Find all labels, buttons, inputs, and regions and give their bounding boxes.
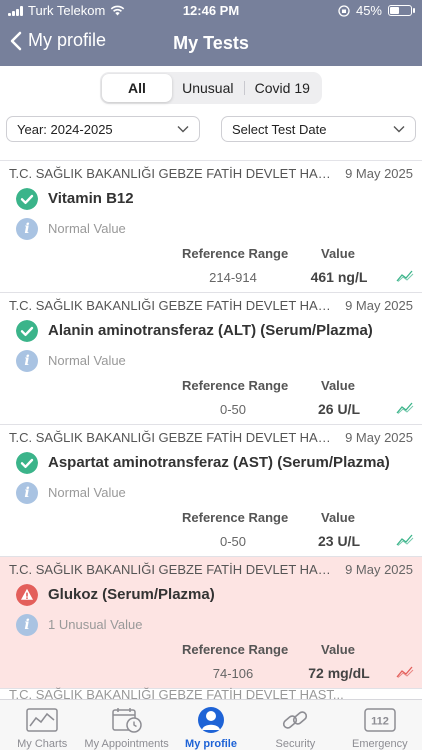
test-date: 9 May 2025 [345,298,413,313]
trend-chart-icon[interactable] [396,534,414,546]
chevron-down-icon [177,126,189,133]
test-date-select[interactable]: Select Test Date [221,116,416,142]
test-name: Alanin aminotransferaz (ALT) (Serum/Plaz… [48,322,373,339]
chart-icon [26,706,58,734]
value-header: Value [321,378,355,393]
value-header: Value [321,510,355,525]
tab-label: My Charts [17,738,68,750]
year-select-value: Year: 2024-2025 [17,121,113,137]
check-circle-icon [16,188,38,210]
reference-range-header: Reference Range [182,510,289,525]
orientation-lock-icon [338,4,350,17]
value-header: Value [321,246,355,261]
test-card-unusual[interactable]: T.C. SAĞLIK BAKANLIĞI GEBZE FATİH DEVLET… [0,557,422,689]
emergency-badge-text: 112 [371,716,389,728]
tab-emergency[interactable]: 112 Emergency [338,700,422,750]
tab-label: My profile [185,738,237,750]
info-icon: i [16,350,38,372]
next-card-peek: T.C. SAĞLIK BAKANLIĞI GEBZE FATİH DEVLET… [0,687,422,699]
link-icon [279,706,311,734]
result-value: 26 U/L [317,401,360,417]
test-list: T.C. SAĞLIK BAKANLIĞI GEBZE FATİH DEVLET… [0,161,422,699]
result-note: Normal Value [48,221,126,236]
nav-bar: My profile My Tests [0,24,422,64]
battery-fill [390,7,399,14]
trend-chart-icon[interactable] [396,402,414,414]
warning-icon [16,584,38,606]
reference-range-header: Reference Range [182,378,289,393]
tab-label: My Appointments [84,738,169,750]
info-icon: i [16,218,38,240]
result-value: 461 ng/L [310,269,368,285]
check-circle-icon [16,320,38,342]
reference-range-header: Reference Range [182,246,289,261]
test-card[interactable]: T.C. SAĞLIK BAKANLIĞI GEBZE FATİH DEVLET… [0,425,422,557]
test-card[interactable]: T.C. SAĞLIK BAKANLIĞI GEBZE FATİH DEVLET… [0,161,422,293]
trend-chart-icon[interactable] [396,270,414,282]
status-bar: Turk Telekom 12:46 PM 45% [0,0,422,22]
result-note: 1 Unusual Value [48,617,143,632]
test-date: 9 May 2025 [345,166,413,181]
result-note: Normal Value [48,353,126,368]
value-header: Value [321,642,355,657]
tab-my-charts[interactable]: My Charts [0,700,84,750]
result-note: Normal Value [48,485,126,500]
tab-label: Emergency [352,738,408,750]
test-card[interactable]: T.C. SAĞLIK BAKANLIĞI GEBZE FATİH DEVLET… [0,293,422,425]
tab-label: Security [275,738,316,750]
check-circle-icon [16,452,38,474]
test-date: 9 May 2025 [345,430,413,445]
hospital-name: T.C. SAĞLIK BAKANLIĞI GEBZE FATİH DEVLET… [9,166,339,181]
filter-segmented-control: All Unusual Covid 19 [100,72,322,104]
year-select[interactable]: Year: 2024-2025 [6,116,200,142]
hospital-name: T.C. SAĞLIK BAKANLIĞI GEBZE FATİH DEVLET… [9,562,339,577]
reference-range-value: 214-914 [209,270,257,285]
calendar-clock-icon [111,706,143,734]
reference-range-value: 0-50 [219,534,247,549]
reference-range-header: Reference Range [182,642,289,657]
hospital-name: T.C. SAĞLIK BAKANLIĞI GEBZE FATİH DEVLET… [9,430,339,445]
segment-covid19[interactable]: Covid 19 [245,74,320,102]
tab-my-profile[interactable]: My profile [169,700,253,750]
reference-range-value: 0-50 [219,402,247,417]
test-name: Glukoz (Serum/Plazma) [48,586,215,603]
tab-my-appointments[interactable]: My Appointments [84,700,169,750]
header: Turk Telekom 12:46 PM 45% My profile My … [0,0,422,66]
test-name: Aspartat aminotransferaz (AST) (Serum/Pl… [48,454,390,471]
person-icon [195,706,227,734]
result-value: 23 U/L [317,533,360,549]
segment-unusual[interactable]: Unusual [172,74,244,102]
hospital-name: T.C. SAĞLIK BAKANLIĞI GEBZE FATİH DEVLET… [9,298,339,313]
info-icon: i [16,614,38,636]
segment-all[interactable]: All [102,74,172,102]
test-date-select-value: Select Test Date [232,121,327,137]
trend-chart-icon[interactable] [396,666,414,678]
battery-percent: 45% [355,3,382,18]
result-value: 72 mg/dL [308,665,370,681]
page-title: My Tests [173,33,249,53]
test-date: 9 May 2025 [345,562,413,577]
hospital-name: T.C. SAĞLIK BAKANLIĞI GEBZE FATİH DEVLET… [9,687,344,699]
reference-range-value: 74-106 [212,666,254,681]
status-right: 45% [338,3,415,18]
tab-bar: My Charts My Appointments My profile Sec… [0,699,422,750]
battery-icon [388,5,415,16]
tab-security[interactable]: Security [253,700,337,750]
emergency-112-icon: 112 [364,706,396,734]
test-name: Vitamin B12 [48,190,134,207]
info-icon: i [16,482,38,504]
chevron-down-icon [393,126,405,133]
